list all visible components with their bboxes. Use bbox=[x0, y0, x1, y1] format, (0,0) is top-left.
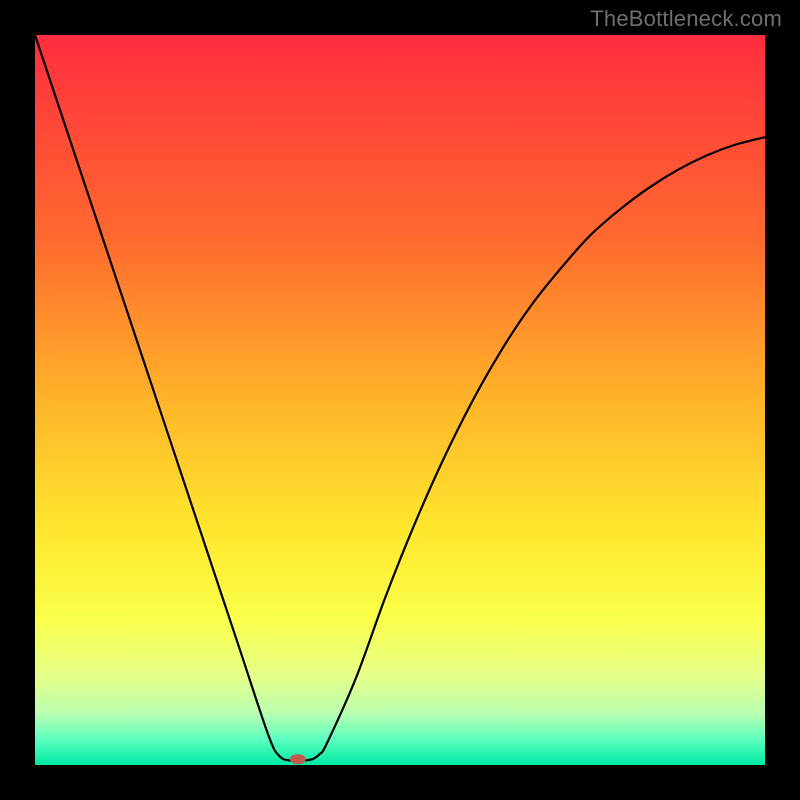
optimal-point-marker bbox=[290, 754, 306, 764]
chart-background bbox=[35, 35, 765, 765]
chart-canvas bbox=[35, 35, 765, 765]
watermark-text: TheBottleneck.com bbox=[590, 6, 782, 32]
chart-frame bbox=[35, 35, 765, 765]
